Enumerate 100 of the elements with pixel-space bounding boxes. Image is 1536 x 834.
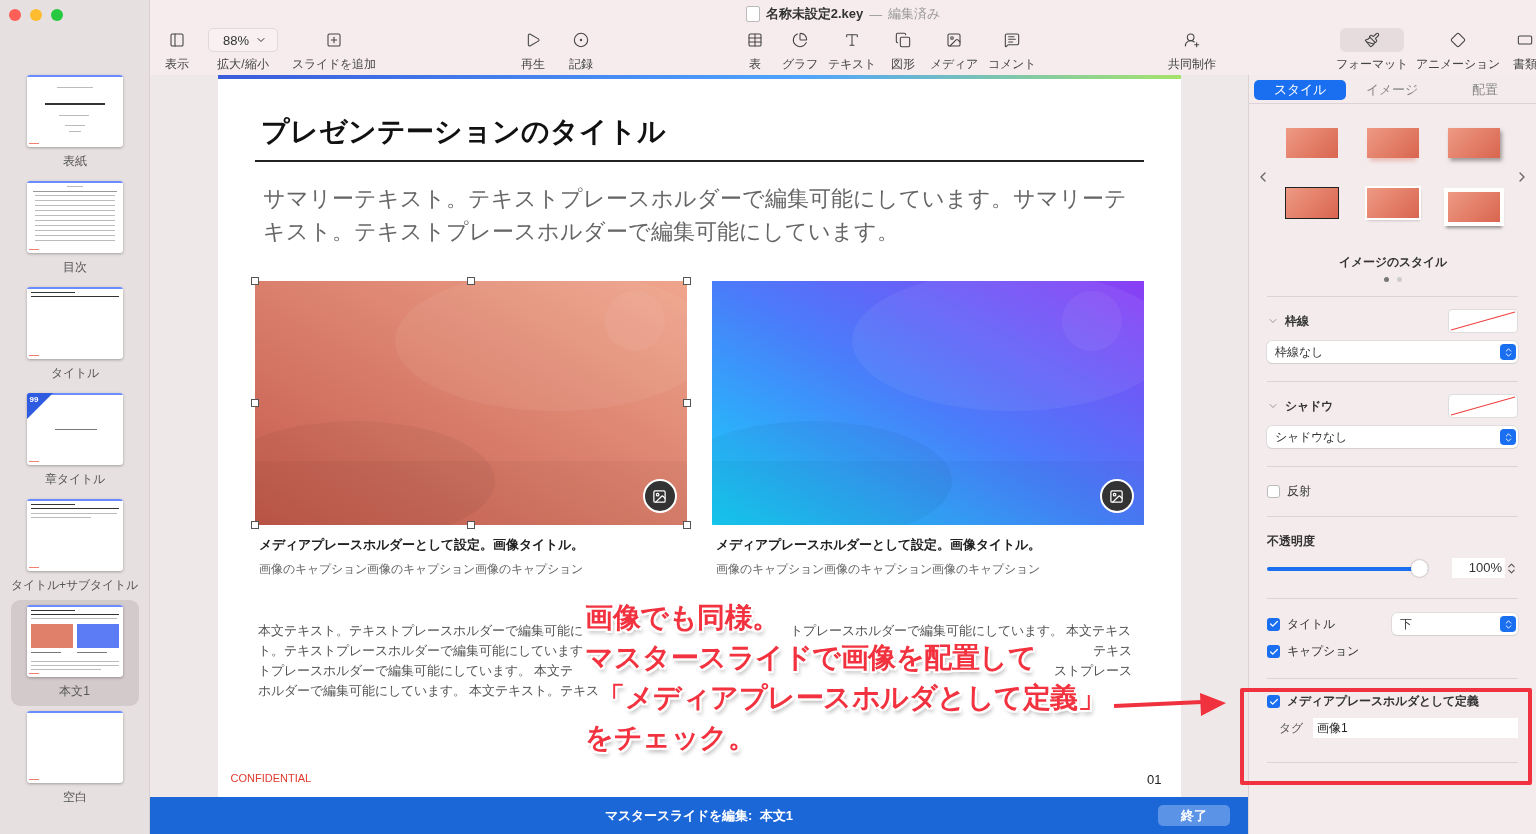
document-icon <box>1517 32 1534 48</box>
caption-checkbox[interactable]: キャプション <box>1267 643 1518 660</box>
annotation-text: 画像でも同様。 <box>585 601 780 635</box>
body-text: ストプレース <box>1053 662 1132 680</box>
close-button[interactable] <box>9 9 21 21</box>
toolbar-button[interactable]: 表示 <box>160 28 194 73</box>
diamond-icon <box>1450 32 1467 48</box>
text-icon <box>844 32 861 48</box>
placeholder-checkbox[interactable]: メディアプレースホルダとして定義 <box>1267 693 1518 710</box>
toolbar-button[interactable]: 表 <box>738 28 773 73</box>
slide-label: 本文1 <box>59 683 90 700</box>
stepper-icon <box>1500 429 1516 445</box>
toolbar-button[interactable]: アニメーション <box>1416 28 1501 73</box>
selection-handle[interactable] <box>466 277 475 285</box>
slide-item[interactable]: タイトル+サブタイトル <box>10 494 139 600</box>
checkmark-icon <box>1268 646 1279 657</box>
body-text: 本文テキスト。テキストプレースホルダーで編集可能に <box>257 622 583 640</box>
selection-handle[interactable] <box>250 521 259 529</box>
title-checkbox[interactable]: タイトル <box>1267 615 1335 633</box>
tag-field[interactable]: 画像1 <box>1313 718 1518 738</box>
slide-title: プレゼンテーションのタイトル <box>254 112 1144 162</box>
chapter-number: 99 <box>29 395 39 404</box>
body-text: トプレースホルダーで編集可能にしています。 本文テキス <box>789 622 1132 640</box>
toolbar-button[interactable]: グラフ <box>782 28 819 73</box>
add-person-icon <box>1184 32 1201 48</box>
sidebar-icon <box>169 32 185 48</box>
section-header[interactable]: 枠線 <box>1267 312 1309 330</box>
title-separator: — <box>869 6 883 22</box>
annotation-text: 「メディアプレースホルダとして定義」 <box>597 681 1105 715</box>
stepper-icon <box>1500 344 1516 360</box>
slide-label: 空白 <box>62 789 87 806</box>
body-text: テキス <box>1092 642 1132 660</box>
slide-item[interactable]: 本文1 <box>10 600 139 706</box>
slide-item[interactable]: 空白 <box>10 706 139 812</box>
play-icon <box>525 32 542 48</box>
toolbar-button[interactable]: コメント <box>988 28 1037 73</box>
document-icon <box>745 6 760 22</box>
selection-handle[interactable] <box>682 277 691 285</box>
image-caption: 画像のキャプション画像のキャプション画像のキャプション <box>715 562 1041 577</box>
selection-handle[interactable] <box>250 277 259 285</box>
toolbar-button[interactable]: 書類 <box>1508 28 1536 73</box>
body-text: トプレースホルダーで編集可能にしています。 本文テ <box>257 662 574 680</box>
selection-handle[interactable] <box>682 521 691 529</box>
image-icon <box>946 32 963 48</box>
color-swatch[interactable] <box>1448 394 1518 418</box>
image-title: メディアプレースホルダーとして設定。画像タイトル。 <box>715 536 1042 554</box>
annotation-text: マスタースライドで画像を配置して <box>585 641 1036 675</box>
body-text: ト。テキストプレースホルダーで編集可能にしています <box>257 642 583 660</box>
slide-label: 表紙 <box>62 153 87 170</box>
toolbar-button[interactable]: 再生 <box>516 28 551 73</box>
reflection-checkbox[interactable]: 反射 <box>1267 483 1518 500</box>
stepper-icon <box>1500 616 1516 632</box>
presets-caption: イメージのスタイル <box>1338 254 1447 271</box>
body-text: ホルダーで編集可能にしています。 本文テキスト。テキス <box>257 682 600 700</box>
shapes-icon <box>895 32 912 48</box>
slide-label: 目次 <box>62 259 87 276</box>
style-dropdown[interactable]: 枠線なし <box>1267 341 1518 363</box>
selection-handle[interactable] <box>466 521 475 529</box>
image-title: メディアプレースホルダーとして設定。画像タイトル。 <box>258 536 585 554</box>
toolbar-button[interactable]: テキスト <box>828 28 877 73</box>
opacity-slider[interactable] <box>1267 559 1428 577</box>
toolbar-button[interactable]: 共同制作 <box>1168 28 1217 73</box>
slide-label: 章タイトル <box>44 471 105 488</box>
selection-handle[interactable] <box>250 399 259 407</box>
toolbar-button[interactable]: メディア <box>930 28 979 73</box>
slide-item[interactable]: 99 章タイトル <box>10 388 139 494</box>
style-dropdown[interactable]: シャドウなし <box>1267 426 1518 448</box>
pie-chart-icon <box>792 32 809 48</box>
color-swatch[interactable] <box>1448 309 1518 333</box>
slide-label: タイトル <box>50 365 99 382</box>
tag-label: タグ <box>1279 719 1303 737</box>
page-dot[interactable] <box>1396 277 1402 282</box>
slide-item[interactable]: 目次 <box>10 176 139 282</box>
toolbar-button[interactable]: 記録 <box>564 28 599 73</box>
selection-handle[interactable] <box>682 399 691 407</box>
window-title: 名称未設定2.key <box>765 5 864 23</box>
slide-label: タイトル+サブタイトル <box>11 577 138 594</box>
opacity-field[interactable]: 100% <box>1452 558 1505 578</box>
toolbar-button[interactable]: フォーマット <box>1336 28 1409 73</box>
slide-item[interactable]: タイトル <box>10 282 139 388</box>
add-slide-icon <box>326 32 343 48</box>
summary-text: サマリーテキスト。テキストプレースホルダーで編集可能にしています。サマリーテキスト。テキストプレースホルダーで編集可能にしています。 <box>261 185 1128 246</box>
slide-number: 01 <box>1147 772 1162 787</box>
zoom-label: 拡大/縮小 <box>217 56 269 73</box>
checkmark-icon <box>1268 619 1279 629</box>
confidential-label: CONFIDENTIAL <box>230 772 312 786</box>
zoom-dropdown[interactable]: 88% <box>208 28 279 52</box>
image-caption: 画像のキャプション画像のキャプション画像のキャプション <box>258 562 584 577</box>
toolbar-button[interactable]: 図形 <box>886 28 921 73</box>
inspector-tab[interactable]: スタイル <box>1254 80 1347 100</box>
image-style-preset[interactable] <box>1443 188 1504 226</box>
slide-item[interactable]: 表紙 <box>10 70 139 176</box>
position-dropdown[interactable]: 下 <box>1392 613 1518 635</box>
section-header[interactable]: シャドウ <box>1267 397 1333 415</box>
toolbar-button[interactable]: スライドを追加 <box>292 28 377 73</box>
paintbrush-icon <box>1364 32 1381 48</box>
stepper-icon[interactable] <box>1505 561 1518 575</box>
master-edit-label: マスタースライドを編集: 本文1 <box>605 806 793 825</box>
page-dot[interactable] <box>1383 277 1389 282</box>
annotation-text: をチェック。 <box>585 721 755 755</box>
